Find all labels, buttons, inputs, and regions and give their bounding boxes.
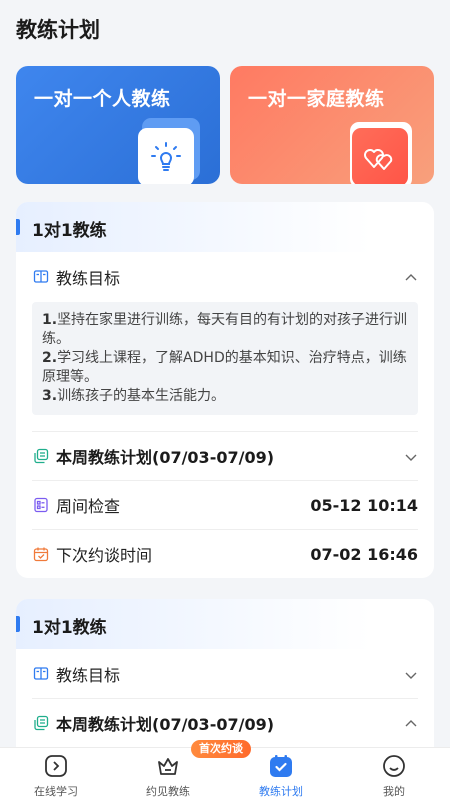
tab-online-learning[interactable]: 在线学习: [0, 748, 112, 800]
goals-row[interactable]: 教练目标: [32, 253, 418, 301]
chevron-up-icon[interactable]: [404, 270, 418, 284]
family-coach-banner[interactable]: 一对一家庭教练: [230, 66, 434, 184]
page-title: 教练计划: [16, 18, 100, 42]
hearts-icon: [352, 128, 408, 184]
next-appointment-label: 下次约谈时间: [56, 546, 153, 565]
goals-label: 教练目标: [56, 666, 121, 685]
personal-coach-banner[interactable]: 一对一个人教练: [16, 66, 220, 184]
next-appointment-time: 07-02 16:46: [310, 544, 418, 564]
card-title: 1对1教练: [32, 221, 107, 241]
coaching-card: 1对1教练 教练目标 本周教练计划(07/03-07/09): [16, 599, 434, 759]
banner-label: 一对一个人教练: [34, 88, 171, 110]
weekly-plan-label: 本周教练计划(07/03-07/09): [56, 448, 275, 467]
play-icon: [43, 753, 69, 779]
calendar-check-icon: [268, 753, 294, 779]
tab-mine[interactable]: 我的: [338, 748, 450, 800]
chevron-up-icon[interactable]: [404, 716, 418, 730]
chevron-down-icon[interactable]: [404, 449, 418, 463]
goals-row[interactable]: 教练目标: [32, 650, 418, 698]
goal-item: 3.训练孩子的基本生活能力。: [42, 388, 226, 404]
weekly-plan-row[interactable]: 本周教练计划(07/03-07/09): [32, 432, 418, 480]
first-meeting-badge: 首次约谈: [191, 740, 251, 758]
tab-label: 我的: [383, 785, 405, 798]
goal-item: 2.学习线上课程，了解ADHD的基本知识、治疗特点，训练原理等。: [42, 350, 407, 385]
book-icon: [32, 665, 50, 683]
weekly-check-time: 05-12 10:14: [310, 495, 418, 515]
tab-label: 在线学习: [34, 785, 78, 798]
goal-item: 1.坚持在家里进行训练，每天有目的有计划的对孩子进行训练。: [42, 312, 408, 347]
copy-icon: [32, 714, 50, 732]
calendar-icon: [32, 545, 50, 563]
weekly-check-label: 周间检查: [56, 497, 121, 516]
card-title: 1对1教练: [32, 618, 107, 638]
lightbulb-icon: [138, 128, 194, 184]
tab-label: 教练计划: [259, 785, 303, 798]
goals-list: 1.坚持在家里进行训练，每天有目的有计划的对孩子进行训练。 2.学习线上课程，了…: [32, 302, 418, 415]
banner-label: 一对一家庭教练: [248, 88, 385, 110]
weekly-plan-label: 本周教练计划(07/03-07/09): [56, 715, 275, 734]
book-icon: [32, 268, 50, 286]
coaching-card: 1对1教练 教练目标 1.坚持在家里进行训练，每天有目的有计划的对孩子进行训练。…: [16, 202, 434, 578]
next-appointment-row[interactable]: 下次约谈时间 07-02 16:46: [32, 530, 418, 578]
weekly-check-row[interactable]: 周间检查 05-12 10:14: [32, 481, 418, 529]
goals-label: 教练目标: [56, 269, 121, 288]
accent-bar: [16, 219, 20, 235]
copy-icon: [32, 447, 50, 465]
card-header: 1对1教练: [16, 599, 434, 649]
crown-icon: [155, 753, 181, 779]
accent-bar: [16, 616, 20, 632]
tab-label: 约见教练: [146, 785, 190, 798]
checklist-icon: [32, 496, 50, 514]
card-header: 1对1教练: [16, 202, 434, 252]
chevron-down-icon[interactable]: [404, 667, 418, 681]
smile-icon: [381, 753, 407, 779]
